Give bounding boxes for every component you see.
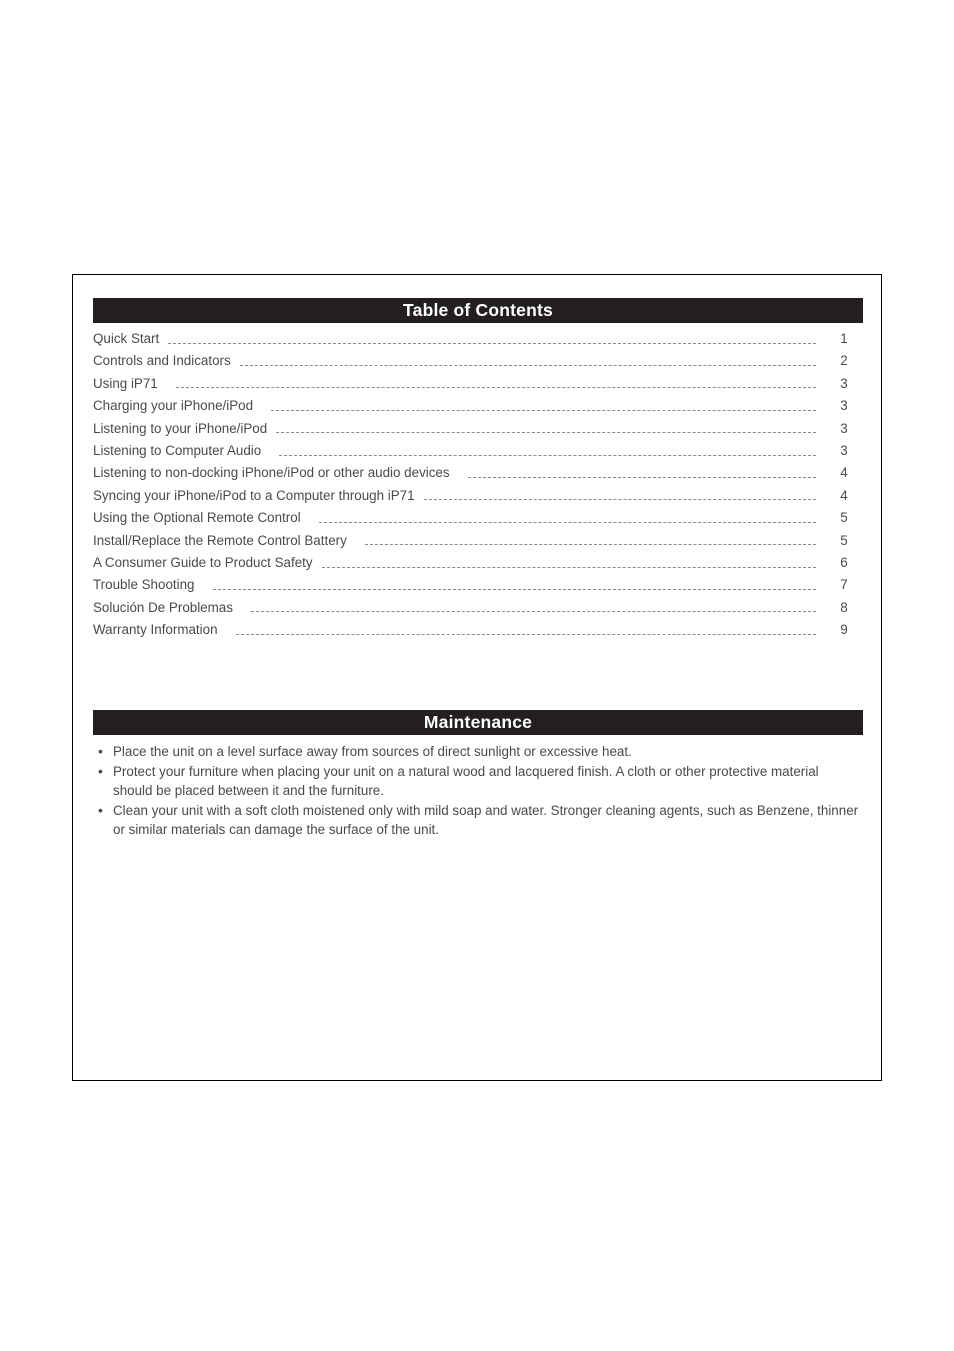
toc-leader-dots	[271, 409, 816, 411]
maintenance-item-text: Protect your furniture when placing your…	[113, 763, 819, 799]
toc-entry-page-number: 2	[840, 353, 848, 369]
toc-entry-title: Install/Replace the Remote Control Batte…	[93, 532, 347, 548]
toc-leader-dots	[250, 611, 816, 613]
maintenance-item: • Protect your furniture when placing you…	[93, 762, 863, 801]
toc-entry[interactable]: Trouble Shooting 7	[93, 577, 863, 599]
toc-leader-dots	[364, 544, 816, 546]
toc-entry[interactable]: Charging your iPhone/iPod 3	[93, 398, 863, 420]
toc-entry[interactable]: Listening to your iPhone/iPod 3	[93, 421, 863, 443]
toc-leader-dots	[276, 432, 816, 434]
toc-entry[interactable]: Listening to non-docking iPhone/iPod or …	[93, 465, 863, 487]
toc-entry-page-number: 5	[840, 532, 848, 548]
bullet-icon: •	[98, 743, 103, 760]
toc-leader-dots	[467, 477, 816, 479]
toc-entry[interactable]: A Consumer Guide to Product Safety 6	[93, 555, 863, 577]
maintenance-item-text: Clean your unit with a soft cloth moiste…	[113, 802, 859, 838]
toc-entry[interactable]: Using iP71 3	[93, 376, 863, 398]
toc-entry[interactable]: Controls and Indicators 2	[93, 353, 863, 375]
toc-entry-page-number: 4	[840, 487, 848, 503]
toc-entry[interactable]: Using the Optional Remote Control 5	[93, 510, 863, 532]
toc-entry-title: Using iP71	[93, 375, 158, 391]
toc-entry-page-number: 9	[840, 622, 848, 638]
toc-leader-dots	[321, 566, 816, 568]
toc-entry-title: Listening to non-docking iPhone/iPod or …	[93, 465, 450, 481]
table-of-contents-heading: Table of Contents	[93, 298, 863, 323]
maintenance-heading: Maintenance	[93, 710, 863, 736]
toc-entry[interactable]: Warranty Information 9	[93, 622, 863, 644]
toc-entry-title: Warranty Information	[93, 622, 218, 638]
toc-entry-title: Listening to your iPhone/iPod	[93, 420, 268, 436]
toc-leader-dots	[235, 633, 816, 635]
toc-entry-title: A Consumer Guide to Product Safety	[93, 554, 313, 570]
maintenance-item: • Place the unit on a level surface away …	[93, 742, 863, 761]
toc-entry-page-number: 8	[840, 599, 848, 615]
maintenance-section: Maintenance • Place the unit on a level s…	[93, 710, 863, 839]
toc-leader-dots	[423, 499, 816, 501]
maintenance-list: • Place the unit on a level surface away …	[93, 742, 863, 839]
toc-entry-title: Trouble Shooting	[93, 577, 195, 593]
toc-entry[interactable]: Quick Start 1	[93, 331, 863, 353]
toc-entry-page-number: 7	[840, 577, 848, 593]
toc-entry-title: Syncing your iPhone/iPod to a Computer t…	[93, 487, 415, 503]
toc-leader-dots	[239, 365, 816, 367]
table-of-contents-list: Quick Start 1 Controls and Indicators 2 Usin…	[93, 331, 863, 644]
toc-entry-title: Controls and Indicators	[93, 353, 231, 369]
toc-entry-page-number: 4	[840, 465, 848, 481]
toc-entry-title: Using the Optional Remote Control	[93, 510, 301, 526]
toc-entry-page-number: 3	[840, 442, 848, 458]
toc-leader-dots	[318, 521, 816, 523]
toc-entry[interactable]: Solución De Problemas 8	[93, 600, 863, 622]
toc-entry-title: Listening to Computer Audio	[93, 442, 262, 458]
toc-leader-dots	[168, 342, 816, 344]
page-content: Table of Contents Quick Start 1 Controls a…	[93, 298, 863, 840]
toc-entry-title: Quick Start	[93, 331, 160, 346]
toc-leader-dots	[212, 588, 817, 590]
maintenance-item-text: Place the unit on a level surface away f…	[113, 744, 632, 760]
document-page: Table of Contents Quick Start 1 Controls a…	[72, 274, 882, 1081]
table-of-contents-section: Table of Contents Quick Start 1 Controls a…	[93, 298, 863, 644]
toc-entry[interactable]: Syncing your iPhone/iPod to a Computer t…	[93, 488, 863, 510]
toc-entry-page-number: 3	[840, 420, 848, 436]
toc-entry[interactable]: Listening to Computer Audio 3	[93, 443, 863, 465]
bullet-icon: •	[98, 801, 103, 818]
toc-leader-dots	[175, 387, 816, 389]
toc-entry-title: Solución De Problemas	[93, 599, 233, 615]
toc-entry-page-number: 3	[840, 375, 848, 391]
maintenance-item: • Clean your unit with a soft cloth moist…	[93, 801, 863, 840]
toc-entry-page-number: 1	[840, 331, 848, 346]
toc-entry-page-number: 6	[840, 554, 848, 570]
toc-entry[interactable]: Install/Replace the Remote Control Batte…	[93, 533, 863, 555]
toc-entry-page-number: 5	[840, 510, 848, 526]
toc-entry-title: Charging your iPhone/iPod	[93, 398, 254, 414]
toc-entry-page-number: 3	[840, 398, 848, 414]
toc-leader-dots	[279, 454, 816, 456]
bullet-icon: •	[98, 762, 103, 779]
